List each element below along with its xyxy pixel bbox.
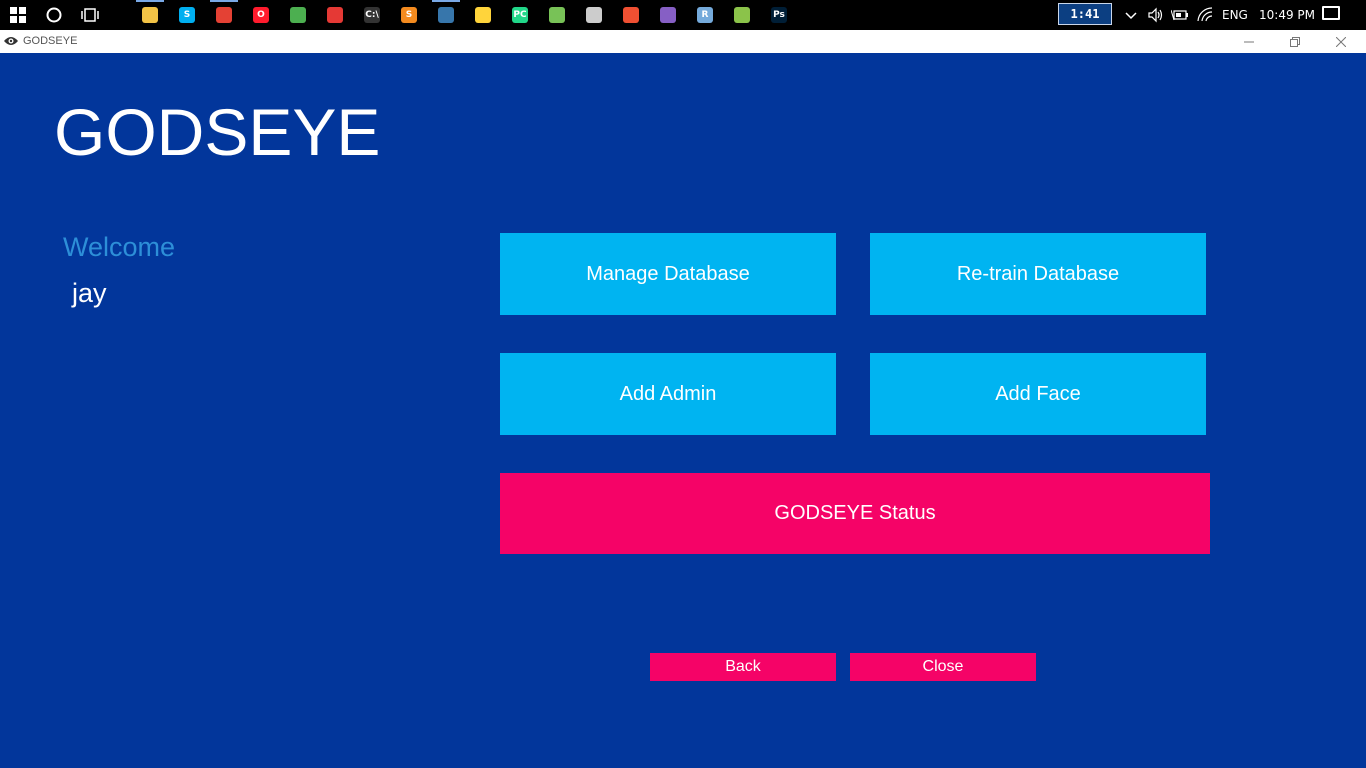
- taskbar-app-skype[interactable]: S: [169, 0, 205, 30]
- image-viewer-icon: [734, 7, 750, 23]
- welcome-label: Welcome: [63, 232, 176, 262]
- taskbar-app-opera[interactable]: O: [243, 0, 279, 30]
- start-button[interactable]: [0, 0, 36, 30]
- python-idle-icon: [438, 7, 454, 23]
- skype-icon: S: [179, 7, 195, 23]
- taskbar: S O C:\ S PC R Ps 1:41 ENG 10:49 PM: [0, 0, 1366, 30]
- taskbar-app-photoshop[interactable]: Ps: [761, 0, 797, 30]
- restore-button[interactable]: [1272, 30, 1318, 53]
- battery-icon[interactable]: [1171, 8, 1189, 22]
- cortana-button[interactable]: [36, 0, 72, 30]
- taskbar-app-unity[interactable]: [576, 0, 612, 30]
- taskbar-app-pycharm[interactable]: PC: [502, 0, 538, 30]
- manage-database-button[interactable]: Manage Database: [500, 233, 836, 315]
- maps-app-icon: [290, 7, 306, 23]
- action-center-icon[interactable]: [1322, 6, 1340, 20]
- back-button[interactable]: Back: [650, 653, 836, 681]
- taskbar-app-sublime-text[interactable]: S: [391, 0, 427, 30]
- pycharm-icon: PC: [512, 7, 528, 23]
- opera-icon: O: [253, 7, 269, 23]
- restore-icon: [1290, 36, 1300, 47]
- task-view-icon: [81, 8, 99, 22]
- file-explorer-icon: [142, 7, 158, 23]
- language-indicator[interactable]: ENG: [1222, 0, 1248, 30]
- r-studio-icon: R: [697, 7, 713, 23]
- popcorn-icon: [327, 7, 343, 23]
- taskbar-app-popcorn[interactable]: [317, 0, 353, 30]
- taskbar-app-chrome[interactable]: [206, 0, 242, 30]
- window-title: GODSEYE: [23, 35, 78, 47]
- taskbar-app-python-idle[interactable]: [428, 0, 464, 30]
- command-prompt-icon: C:\: [364, 7, 380, 23]
- git-icon: [623, 7, 639, 23]
- taskbar-app-android-studio[interactable]: [539, 0, 575, 30]
- close-window-button[interactable]: [1318, 30, 1364, 53]
- windows-logo-icon: [10, 7, 26, 23]
- taskbar-app-command-prompt[interactable]: C:\: [354, 0, 390, 30]
- taskbar-app-python[interactable]: [465, 0, 501, 30]
- username-label: jay: [72, 278, 107, 308]
- taskbar-app-r-studio[interactable]: R: [687, 0, 723, 30]
- chevron-up-icon[interactable]: [1125, 9, 1137, 21]
- cortana-circle-icon: [46, 7, 62, 23]
- android-studio-icon: [549, 7, 565, 23]
- minimize-button[interactable]: [1226, 30, 1272, 53]
- visual-studio-icon: [660, 7, 676, 23]
- godseye-status-button[interactable]: GODSEYE Status: [500, 473, 1210, 554]
- window-titlebar: GODSEYE: [0, 30, 1366, 53]
- taskbar-app-visual-studio[interactable]: [650, 0, 686, 30]
- python-icon: [475, 7, 491, 23]
- taskbar-app-git[interactable]: [613, 0, 649, 30]
- minimize-icon: [1244, 41, 1254, 42]
- wifi-icon[interactable]: [1196, 7, 1214, 23]
- battery-timer[interactable]: 1:41: [1058, 3, 1112, 25]
- taskbar-app-maps-app[interactable]: [280, 0, 316, 30]
- taskbar-app-image-viewer[interactable]: [724, 0, 760, 30]
- add-admin-button[interactable]: Add Admin: [500, 353, 836, 435]
- clock[interactable]: 10:49 PM: [1259, 0, 1315, 30]
- photoshop-icon: Ps: [771, 7, 787, 23]
- retrain-database-button[interactable]: Re-train Database: [870, 233, 1206, 315]
- add-face-button[interactable]: Add Face: [870, 353, 1206, 435]
- chrome-icon: [216, 7, 232, 23]
- taskbar-app-file-explorer[interactable]: [132, 0, 168, 30]
- task-view-button[interactable]: [72, 0, 108, 30]
- unity-icon: [586, 7, 602, 23]
- sublime-text-icon: S: [401, 7, 417, 23]
- close-icon: [1336, 36, 1346, 47]
- eye-icon: [4, 37, 18, 45]
- volume-icon[interactable]: [1147, 7, 1163, 23]
- close-button[interactable]: Close: [850, 653, 1036, 681]
- app-heading: GODSEYE: [54, 95, 381, 169]
